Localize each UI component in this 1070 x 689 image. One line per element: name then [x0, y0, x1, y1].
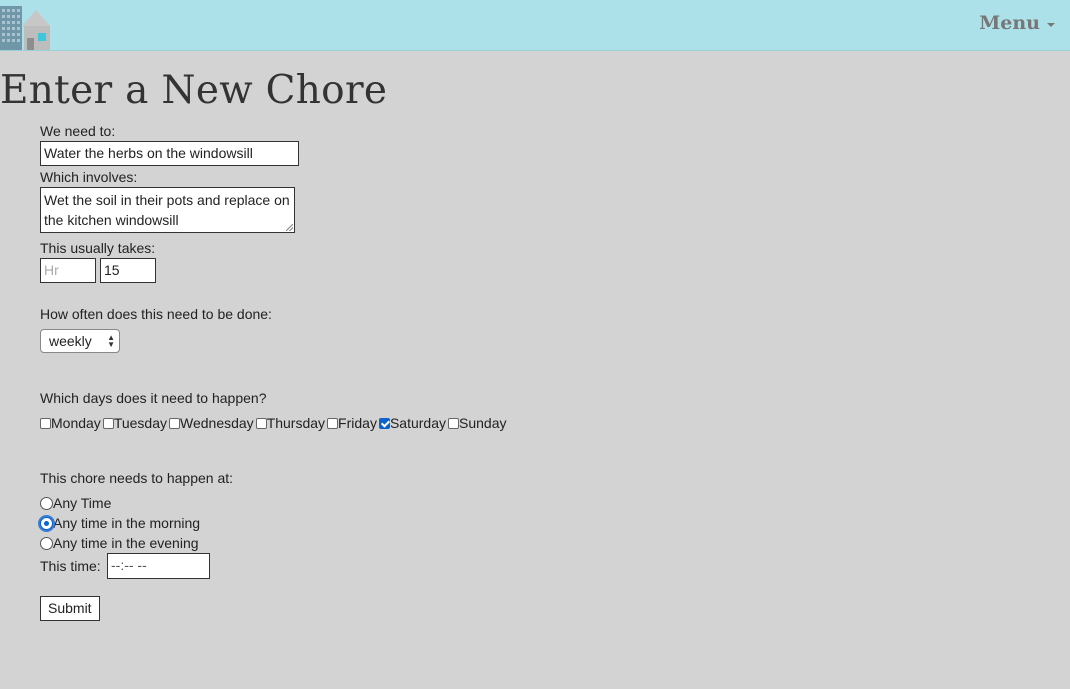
- day-wednesday[interactable]: Wednesday: [169, 415, 254, 431]
- any-time-radio[interactable]: [40, 496, 53, 510]
- day-thursday[interactable]: Thursday: [255, 415, 326, 431]
- day-sunday[interactable]: Sunday: [448, 415, 506, 431]
- monday-label: Monday: [51, 415, 101, 431]
- time-of-day-label: This chore needs to happen at:: [40, 470, 234, 486]
- friday-checkbox[interactable]: [327, 417, 339, 429]
- frequency-select[interactable]: weekly ▲ ▼: [40, 329, 120, 353]
- duration-label: This usually takes:: [40, 240, 156, 256]
- caret-down-icon: [1047, 22, 1055, 27]
- radio-morning[interactable]: Any time in the morning: [40, 513, 200, 533]
- frequency-selected-value: weekly: [49, 333, 92, 349]
- any-time-label: Any Time: [53, 495, 112, 511]
- radio-any-time[interactable]: Any Time: [40, 493, 200, 513]
- days-checkbox-group: Monday Tuesday Wednesday Thursday Friday…: [40, 415, 508, 431]
- thursday-checkbox[interactable]: [255, 417, 267, 429]
- sunday-checkbox[interactable]: [448, 417, 459, 429]
- menu-label: Menu: [979, 12, 1040, 34]
- specific-time-input[interactable]: --:-- --: [107, 553, 210, 579]
- submit-button[interactable]: Submit: [40, 596, 100, 621]
- sunday-label: Sunday: [459, 415, 507, 431]
- chore-description-textarea[interactable]: Wet the soil in their pots and replace o…: [40, 187, 295, 233]
- chore-name-label: We need to:: [40, 123, 116, 139]
- day-saturday[interactable]: Saturday: [378, 415, 446, 431]
- minutes-input[interactable]: 15: [100, 258, 156, 283]
- friday-label: Friday: [338, 415, 377, 431]
- chore-name-input[interactable]: Water the herbs on the windowsill: [40, 141, 299, 166]
- morning-label: Any time in the morning: [53, 515, 201, 531]
- day-tuesday[interactable]: Tuesday: [102, 415, 167, 431]
- hours-input[interactable]: Hr: [40, 258, 96, 283]
- saturday-checkbox[interactable]: [378, 417, 390, 429]
- chore-description-label: Which involves:: [40, 169, 138, 185]
- hours-placeholder: Hr: [44, 262, 59, 278]
- days-label: Which days does it need to happen?: [40, 390, 267, 406]
- select-arrows-icon: ▲ ▼: [107, 333, 115, 349]
- wednesday-checkbox[interactable]: [169, 417, 180, 429]
- menu-dropdown-toggle[interactable]: Menu: [979, 12, 1055, 34]
- resize-handle-icon[interactable]: [286, 224, 293, 231]
- house-building-icon[interactable]: [0, 2, 52, 50]
- thursday-label: Thursday: [266, 415, 326, 431]
- top-navbar: Menu: [0, 0, 1070, 51]
- evening-radio[interactable]: [40, 536, 53, 550]
- chore-description-text: Wet the soil in their pots and replace o…: [44, 192, 290, 228]
- day-monday[interactable]: Monday: [40, 415, 101, 431]
- time-of-day-radio-group: Any Time Any time in the morning Any tim…: [40, 493, 200, 553]
- tuesday-label: Tuesday: [113, 415, 167, 431]
- wednesday-label: Wednesday: [180, 415, 254, 431]
- frequency-label: How often does this need to be done:: [40, 306, 272, 322]
- morning-radio[interactable]: [40, 516, 53, 530]
- page-title: Enter a New Chore: [0, 68, 388, 113]
- saturday-label: Saturday: [389, 415, 446, 431]
- radio-evening[interactable]: Any time in the evening: [40, 533, 200, 553]
- monday-checkbox[interactable]: [40, 417, 51, 429]
- tuesday-checkbox[interactable]: [102, 417, 114, 429]
- day-friday[interactable]: Friday: [327, 415, 377, 431]
- specific-time-label: This time:: [40, 558, 101, 574]
- evening-label: Any time in the evening: [53, 535, 199, 551]
